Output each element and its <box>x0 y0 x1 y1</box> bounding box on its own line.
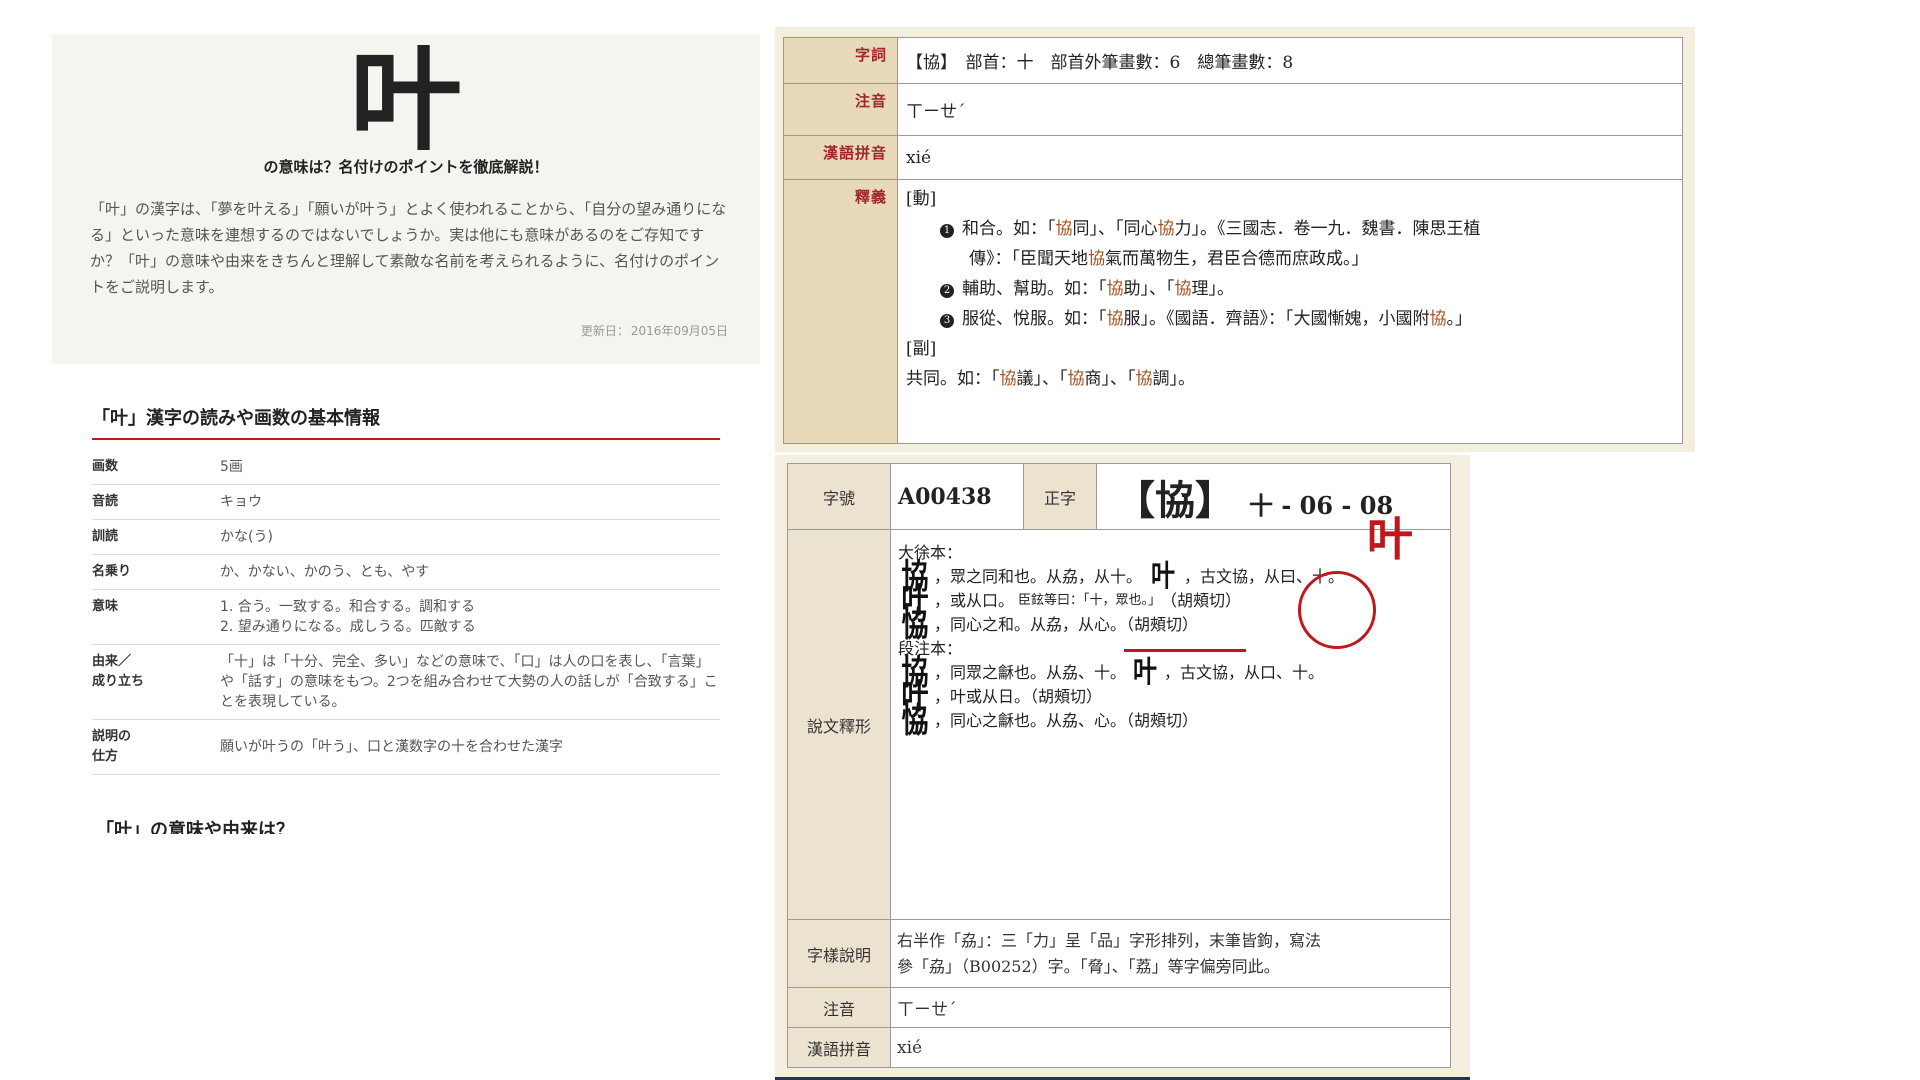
char-code-cell: A00438 <box>890 463 1024 530</box>
zhuyin-value: ㄒㄧㄝˊ <box>897 83 1683 136</box>
shuowen-table: 字號 A00438 正字 【協】十 - 06 - 08 說文釋形 大徐本： 協，… <box>787 463 1451 1068</box>
red-annotation-char: 叶 <box>1367 512 1413 566</box>
shuowen-line: 協，同眾之龢也。从劦、十。叶，古文協，从口、十。 <box>901 653 1325 693</box>
table-row: 由来／ 成り立ち 「十」は「十分、完全、多い」などの意味で、「口」は人の口を表し… <box>92 644 720 720</box>
pos-verb: [動] <box>906 189 937 209</box>
label-ziti: 字詞 <box>783 37 898 84</box>
circled-seal-char: 叶 <box>1151 559 1176 594</box>
label-ziyang: 字樣說明 <box>787 919 891 988</box>
updated-date-value: 2016年09月05日 <box>630 324 728 338</box>
definitions: [動] 1 和合。如：「協同」、「同心協力」。《三國志．卷一九．魏書．陳思王植 傳… <box>897 179 1683 444</box>
sense-1: 1 和合。如：「協同」、「同心協力」。《三國志．卷一九．魏書．陳思王植 <box>906 214 1674 244</box>
kanji-info-table: 画数 5画 音読 キョウ 訓読 かな(う) 名乗り か、かない、かのう、とも、や… <box>92 450 720 775</box>
sense-2: 2 輔助、幫助。如：「協助」、「協理」。 <box>906 274 1674 304</box>
kanji-title: 叶 <box>350 36 462 166</box>
table-row: 意味 1. 合う。一致する。和合する。調和する 2. 望み通りになる。成しうる。… <box>92 589 720 645</box>
seal-char: 恊 <box>901 605 929 645</box>
table-row: 訓読 かな(う) <box>92 519 720 555</box>
dictionary-table: 字詞 【協】 部首：十 部首外筆畫數：6 總筆畫數：8 注音 ㄒㄧㄝˊ 漢語拼音… <box>783 37 1683 444</box>
article-header: 叶 の意味は？名付けのポイントを徹底解説！ 「叶」の漢字は、「夢を叶える」「願い… <box>52 34 760 364</box>
row-value: 願いが叶うの「叶う」、口と漢数字の十を合わせた漢字 <box>220 719 720 775</box>
row-key: 名乗り <box>92 554 220 590</box>
pos-adverb: [副] <box>906 339 937 359</box>
row-key-line2: 仕方 <box>92 749 119 764</box>
red-underline-annotation <box>1124 649 1246 652</box>
table-row: 字號 A00438 正字 【協】十 - 06 - 08 <box>787 463 1451 530</box>
sense-adverb: 共同。如：「協議」、「協商」、「協調」。 <box>906 369 1195 389</box>
shuowen-line: 恊，同心之龢也。从劦、心。（胡頰切） <box>901 701 1199 741</box>
label-zhengzi: 正字 <box>1023 463 1097 530</box>
shuowen-panel: 字號 A00438 正字 【協】十 - 06 - 08 說文釋形 大徐本： 協，… <box>775 455 1470 1080</box>
table-row: 字樣說明 右半作「劦」：三「力」呈「品」字形排列，末筆皆鉤，寫法 參「劦」（B0… <box>787 919 1451 988</box>
table-row: 画数 5画 <box>92 450 720 485</box>
row-value: 1. 合う。一致する。和合する。調和する 2. 望み通りになる。成しうる。匹敵す… <box>220 589 720 645</box>
pinyin-value2: xié <box>890 1027 1451 1068</box>
next-section-heading: 「叶」の意味や由来は？ <box>96 820 294 834</box>
kanji-info-section: 「叶」漢字の読みや画数の基本情報 画数 5画 音読 キョウ 訓読 かな(う) 名… <box>56 364 754 834</box>
shuowen-content: 大徐本： 協，眾之同和也。从劦，从十。叶，古文協，从曰、十。 叶，或从口。 臣鉉等… <box>892 516 1449 741</box>
annotation-note: 臣鉉等曰：「十，眾也。」 <box>1018 593 1162 608</box>
label-zihao: 字號 <box>787 463 891 530</box>
label-shiyi: 釋義 <box>783 179 898 444</box>
table-row: 名乗り か、かない、かのう、とも、やす <box>92 554 720 590</box>
table-row: 漢語拼音 xié <box>787 1027 1451 1068</box>
table-row: 字詞 【協】 部首：十 部首外筆畫數：6 總筆畫數：8 <box>783 37 1683 84</box>
row-key: 意味 <box>92 589 220 645</box>
table-row: 音読 キョウ <box>92 484 720 520</box>
seal-char: 叶 <box>1133 655 1158 690</box>
entry-header: 【協】 部首：十 部首外筆畫數：6 總筆畫數：8 <box>897 37 1683 84</box>
label-shuowen: 說文釋形 <box>787 529 891 920</box>
updated-date: 更新日： 2016年09月05日 <box>579 322 728 339</box>
table-row: 注音 ㄒㄧㄝˊ <box>783 83 1683 136</box>
standard-char: 【協】 <box>1115 476 1235 524</box>
shuowen-line: 叶，叶或从日。（胡頰切） <box>901 677 1103 717</box>
table-row: 説明の 仕方 願いが叶うの「叶う」、口と漢数字の十を合わせた漢字 <box>92 719 720 775</box>
updated-date-label: 更新日： <box>580 324 629 338</box>
ziyang-cell: 右半作「劦」：三「力」呈「品」字形排列，末筆皆鉤，寫法 參「劦」（B00252）… <box>890 919 1451 988</box>
row-key: 由来／ 成り立ち <box>92 644 220 720</box>
dictionary-entry-panel: 字詞 【協】 部首：十 部首外筆畫數：6 總筆畫數：8 注音 ㄒㄧㄝˊ 漢語拼音… <box>775 27 1695 452</box>
row-key-line2: 成り立ち <box>92 674 145 689</box>
sense-number-2: 2 <box>940 284 954 298</box>
table-row: 漢語拼音 xié <box>783 135 1683 180</box>
meaning-1: 1. 合う。一致する。和合する。調和する <box>220 599 475 615</box>
table-row: 注音 ㄒㄧㄝˊ <box>787 987 1451 1028</box>
meaning-2: 2. 望み通りになる。成しうる。匹敵する <box>220 619 476 635</box>
table-row: 釋義 [動] 1 和合。如：「協同」、「同心協力」。《三國志．卷一九．魏書．陳思王… <box>783 179 1683 444</box>
seal-char: 恊 <box>901 701 929 741</box>
row-value: かな(う) <box>220 519 720 555</box>
row-value: 「十」は「十分、完全、多い」などの意味で、「口」は人の口を表し、「言葉」や「話す… <box>220 644 720 720</box>
row-key-line1: 説明の <box>92 729 132 744</box>
row-value: キョウ <box>220 484 720 520</box>
row-value: 5画 <box>220 450 720 485</box>
sense-number-1: 1 <box>940 224 954 238</box>
label-zhuyin: 注音 <box>783 83 898 136</box>
red-circle-annotation <box>1298 571 1376 649</box>
label-pinyin2: 漢語拼音 <box>787 1027 891 1068</box>
row-value: か、かない、かのう、とも、やす <box>220 554 720 590</box>
row-key: 音読 <box>92 484 220 520</box>
row-key: 画数 <box>92 450 220 485</box>
section-heading: 「叶」漢字の読みや画数の基本情報 <box>92 404 720 440</box>
row-key: 訓読 <box>92 519 220 555</box>
sense-3: 3 服從、悅服。如：「協服」。《國語．齊語》：「大國慚媿，小國附協。」 <box>906 304 1674 334</box>
table-row: 說文釋形 大徐本： 協，眾之同和也。从劦，从十。叶，古文協，从曰、十。 叶，或从… <box>787 516 1451 920</box>
shuowen-content-cell: 大徐本： 協，眾之同和也。从劦，从十。叶，古文協，从曰、十。 叶，或从口。 臣鉉等… <box>890 516 1451 920</box>
pinyin-value: xié <box>897 135 1683 180</box>
sense-1-cont: 傳》：「臣聞天地協氣而萬物生，君臣合德而庶政成。」 <box>969 249 1369 269</box>
zhuyin-value2: ㄒㄧㄝˊ <box>890 987 1451 1028</box>
label-zhuyin2: 注音 <box>787 987 891 1028</box>
sense-number-3: 3 <box>940 314 954 328</box>
row-key-line1: 由来／ <box>92 654 132 669</box>
char-code: A00438 <box>898 483 992 510</box>
label-pinyin: 漢語拼音 <box>783 135 898 180</box>
article-intro: 「叶」の漢字は、「夢を叶える」「願いが叶う」とよく使われることから、「自分の望み… <box>90 200 727 296</box>
article-subtitle: の意味は？名付けのポイントを徹底解説！ <box>263 158 549 176</box>
row-key: 説明の 仕方 <box>92 719 220 775</box>
